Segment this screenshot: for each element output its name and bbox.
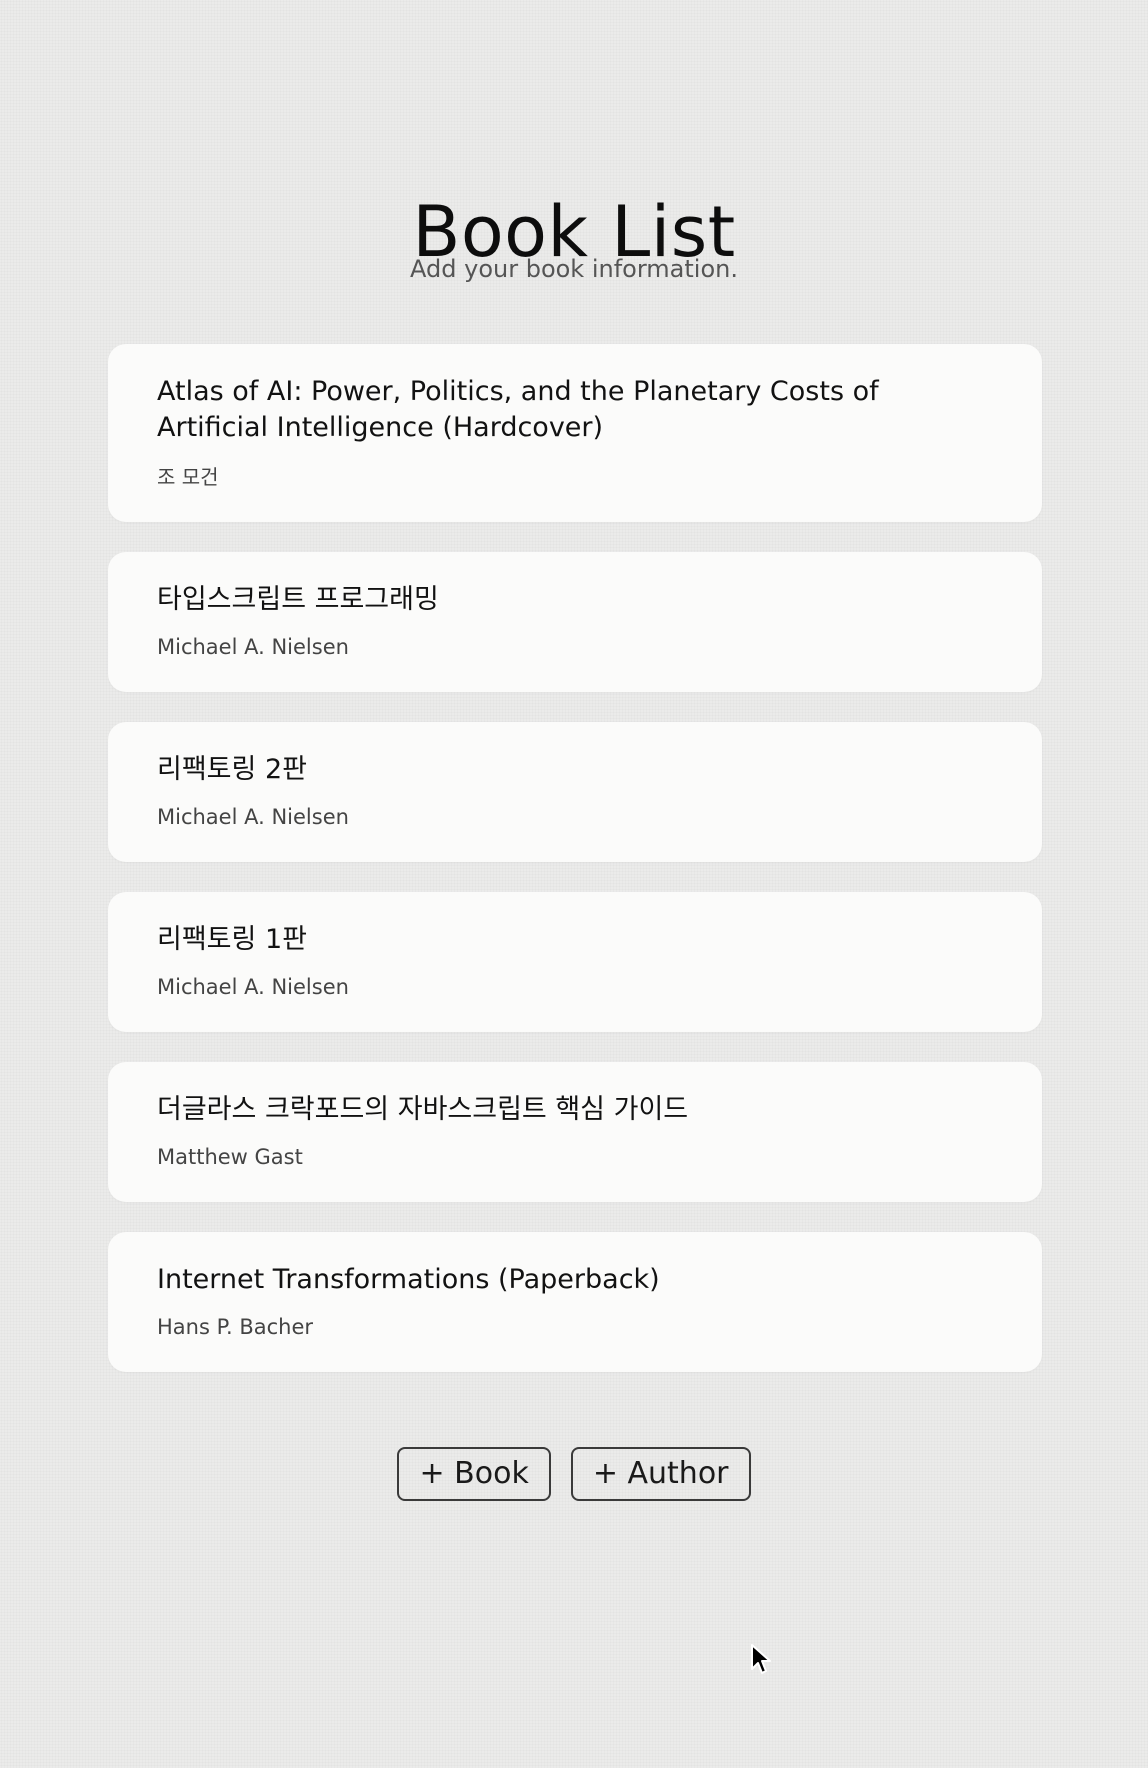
- book-card[interactable]: Atlas of AI: Power, Politics, and the Pl…: [108, 344, 1042, 522]
- book-title: 더글라스 크락포드의 자바스크립트 핵심 가이드: [157, 1094, 689, 1125]
- book-author: Matthew Gast: [157, 1145, 303, 1169]
- action-bar: + Book + Author: [0, 1447, 1148, 1501]
- book-title: Atlas of AI: Power, Politics, and the Pl…: [157, 376, 879, 443]
- book-author: Michael A. Nielsen: [157, 635, 349, 659]
- mouse-pointer-icon: [751, 1644, 771, 1674]
- book-title: 리팩토링 2판: [157, 754, 307, 785]
- add-book-button[interactable]: + Book: [397, 1447, 551, 1501]
- book-title: 타입스크립트 프로그래밍: [157, 584, 439, 615]
- book-list: Atlas of AI: Power, Politics, and the Pl…: [108, 344, 1042, 1402]
- book-author: 조 모건: [157, 465, 219, 489]
- book-card[interactable]: 타입스크립트 프로그래밍 Michael A. Nielsen: [108, 552, 1042, 692]
- book-list-page: Book List Add your book information. Atl…: [0, 0, 1148, 1768]
- book-author: Michael A. Nielsen: [157, 805, 349, 829]
- add-author-button[interactable]: + Author: [570, 1447, 751, 1501]
- page-subtitle: Add your book information.: [410, 255, 738, 283]
- book-author: Hans P. Bacher: [157, 1315, 314, 1339]
- book-title: 리팩토링 1판: [157, 924, 307, 955]
- book-card[interactable]: 더글라스 크락포드의 자바스크립트 핵심 가이드 Matthew Gast: [108, 1062, 1042, 1202]
- book-card[interactable]: 리팩토링 1판 Michael A. Nielsen: [108, 892, 1042, 1032]
- book-card[interactable]: 리팩토링 2판 Michael A. Nielsen: [108, 722, 1042, 862]
- book-author: Michael A. Nielsen: [157, 975, 349, 999]
- book-card[interactable]: Internet Transformations (Paperback) Han…: [108, 1232, 1042, 1372]
- book-title: Internet Transformations (Paperback): [157, 1264, 660, 1295]
